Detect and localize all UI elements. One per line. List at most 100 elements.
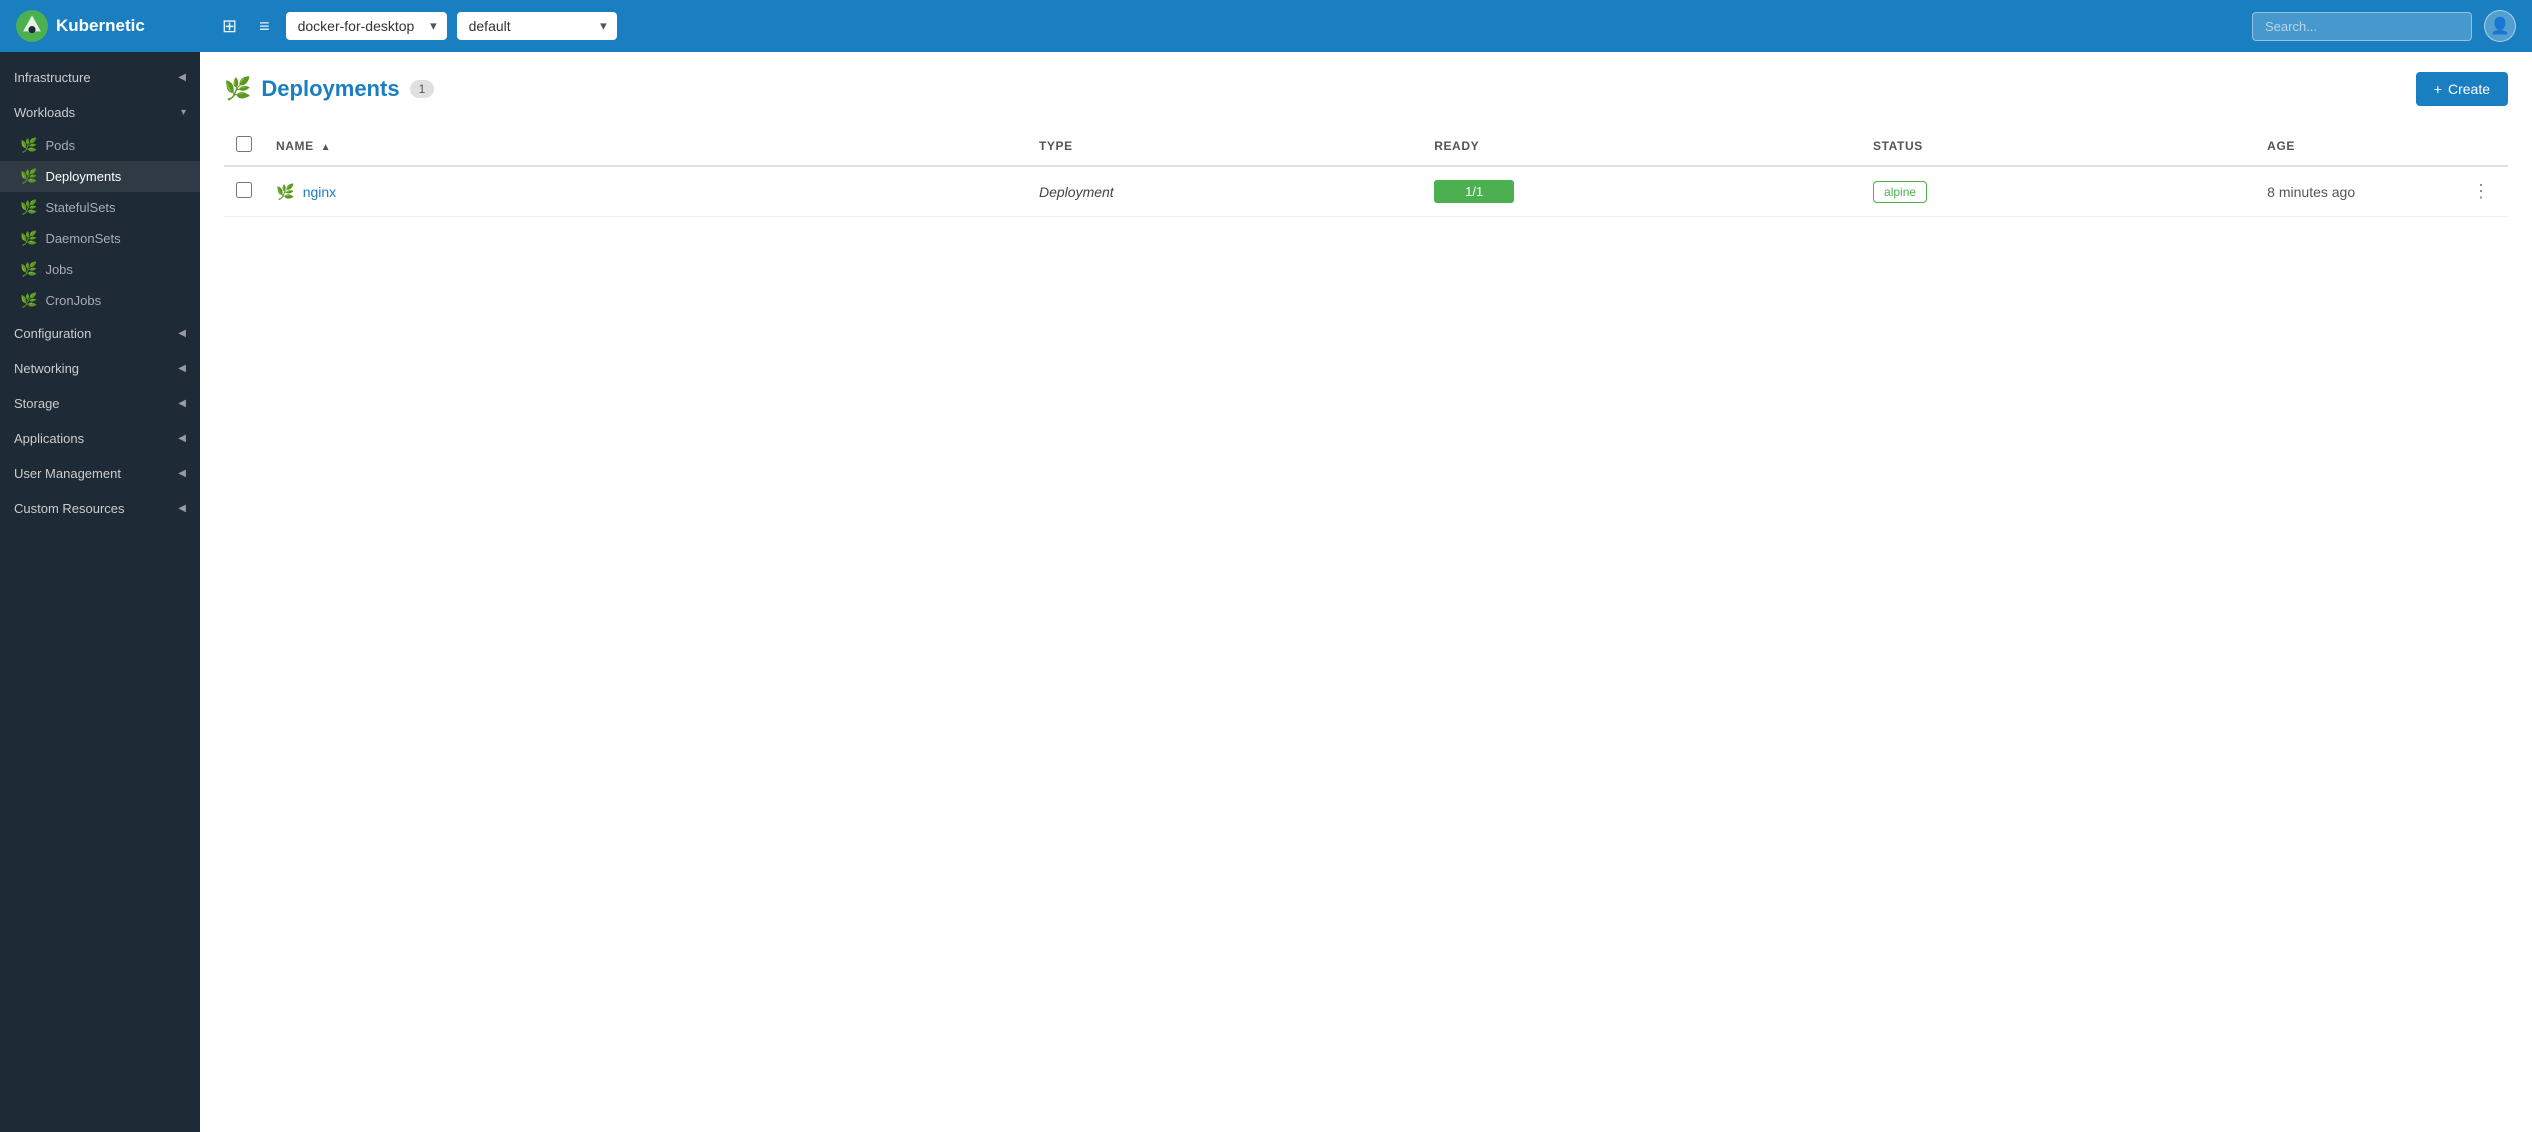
page-title: Deployments: [261, 76, 399, 102]
applications-collapse-icon: ◀: [178, 433, 186, 444]
sidebar-item-statefulsets[interactable]: 🌿 StatefulSets: [0, 192, 200, 223]
menu-icon: ≡: [259, 16, 270, 36]
namespace-select-wrapper: default: [457, 12, 617, 40]
topbar-right: 👤: [2252, 10, 2516, 42]
sidebar-section-networking: Networking ◀: [0, 351, 200, 386]
statefulsets-label: StatefulSets: [45, 200, 115, 215]
row-name-link[interactable]: nginx: [303, 184, 336, 200]
table-row: 🌿 nginx Deployment 1/1 alpine: [224, 166, 2508, 217]
sidebar-item-jobs[interactable]: 🌿 Jobs: [0, 254, 200, 285]
sidebar-section-user-management: User Management ◀: [0, 456, 200, 491]
sidebar-item-deployments[interactable]: 🌿 Deployments: [0, 161, 200, 192]
cluster-select[interactable]: docker-for-desktop: [286, 12, 447, 40]
th-name-label: NAME: [276, 139, 314, 153]
namespace-select[interactable]: default: [457, 12, 617, 40]
row-actions-button[interactable]: ⋮: [2466, 179, 2496, 204]
th-status-label: STATUS: [1873, 139, 1923, 153]
networking-collapse-icon: ◀: [178, 363, 186, 374]
td-actions: ⋮: [2454, 166, 2508, 217]
sort-asc-icon: ▲: [321, 142, 332, 153]
sidebar-section-configuration: Configuration ◀: [0, 316, 200, 351]
create-label: Create: [2448, 81, 2490, 97]
deployments-count-badge: 1: [410, 80, 435, 98]
row-age: 8 minutes ago: [2267, 184, 2355, 200]
th-name: NAME ▲: [264, 126, 1027, 166]
search-input[interactable]: [2252, 12, 2472, 41]
jobs-label: Jobs: [45, 262, 72, 277]
sidebar-section-header-user-management[interactable]: User Management ◀: [0, 456, 200, 491]
td-age: 8 minutes ago: [2255, 166, 2454, 217]
networking-label: Networking: [14, 361, 79, 376]
pods-label: Pods: [45, 138, 75, 153]
sidebar-item-pods[interactable]: 🌿 Pods: [0, 130, 200, 161]
brand-logo: [16, 10, 48, 42]
grid-icon: ⊞: [222, 16, 237, 36]
sidebar-section-storage: Storage ◀: [0, 386, 200, 421]
sidebar-section-header-storage[interactable]: Storage ◀: [0, 386, 200, 421]
daemonsets-label: DaemonSets: [45, 231, 120, 246]
create-button[interactable]: + Create: [2416, 72, 2508, 106]
create-plus-icon: +: [2434, 81, 2442, 97]
page-title-icon: 🌿: [224, 76, 251, 102]
cronjobs-label: CronJobs: [45, 293, 101, 308]
custom-resources-label: Custom Resources: [14, 501, 125, 516]
table-header-row: NAME ▲ TYPE READY STATUS A: [224, 126, 2508, 166]
th-type: TYPE: [1027, 126, 1422, 166]
deployments-table: NAME ▲ TYPE READY STATUS A: [224, 126, 2508, 217]
th-type-label: TYPE: [1039, 139, 1073, 153]
row-checkbox[interactable]: [236, 182, 252, 198]
th-ready: READY: [1422, 126, 1861, 166]
sidebar-section-header-workloads[interactable]: Workloads ▾: [0, 95, 200, 130]
page-title-row: 🌿 Deployments 1: [224, 76, 434, 102]
sidebar-section-header-custom-resources[interactable]: Custom Resources ◀: [0, 491, 200, 526]
sidebar-section-header-configuration[interactable]: Configuration ◀: [0, 316, 200, 351]
th-ready-label: READY: [1434, 139, 1479, 153]
infrastructure-label: Infrastructure: [14, 70, 91, 85]
workloads-collapse-icon: ▾: [181, 107, 186, 118]
menu-icon-button[interactable]: ≡: [253, 12, 276, 41]
statefulsets-icon: 🌿: [20, 199, 37, 216]
search-wrapper: [2252, 12, 2472, 41]
daemonsets-icon: 🌿: [20, 230, 37, 247]
workloads-label: Workloads: [14, 105, 75, 120]
sidebar-item-cronjobs[interactable]: 🌿 CronJobs: [0, 285, 200, 316]
sidebar-item-daemonsets[interactable]: 🌿 DaemonSets: [0, 223, 200, 254]
th-status: STATUS: [1861, 126, 2255, 166]
user-management-collapse-icon: ◀: [178, 468, 186, 479]
brand-name: Kubernetic: [56, 16, 145, 36]
user-icon: 👤: [2490, 16, 2510, 36]
user-avatar[interactable]: 👤: [2484, 10, 2516, 42]
topbar: Kubernetic ⊞ ≡ docker-for-desktop defaul…: [0, 0, 2532, 52]
configuration-collapse-icon: ◀: [178, 328, 186, 339]
sidebar-section-header-networking[interactable]: Networking ◀: [0, 351, 200, 386]
storage-label: Storage: [14, 396, 60, 411]
main-layout: Infrastructure ◀ Workloads ▾ 🌿 Pods 🌿 De…: [0, 52, 2532, 1132]
row-type: Deployment: [1039, 184, 1114, 200]
td-type: Deployment: [1027, 166, 1422, 217]
jobs-icon: 🌿: [20, 261, 37, 278]
infrastructure-collapse-icon: ◀: [178, 72, 186, 83]
cronjobs-icon: 🌿: [20, 292, 37, 309]
sidebar-section-infrastructure: Infrastructure ◀: [0, 60, 200, 95]
select-all-checkbox[interactable]: [236, 136, 252, 152]
td-name: 🌿 nginx: [264, 166, 1027, 217]
th-age-label: AGE: [2267, 139, 2295, 153]
deployments-label: Deployments: [45, 169, 121, 184]
storage-collapse-icon: ◀: [178, 398, 186, 409]
cluster-select-wrapper: docker-for-desktop: [286, 12, 447, 40]
sidebar: Infrastructure ◀ Workloads ▾ 🌿 Pods 🌿 De…: [0, 52, 200, 1132]
td-ready: 1/1: [1422, 166, 1861, 217]
ready-bar: 1/1: [1434, 180, 1514, 203]
sidebar-section-header-applications[interactable]: Applications ◀: [0, 421, 200, 456]
th-actions: [2454, 126, 2508, 166]
pods-icon: 🌿: [20, 137, 37, 154]
grid-icon-button[interactable]: ⊞: [216, 12, 243, 41]
user-management-label: User Management: [14, 466, 121, 481]
configuration-label: Configuration: [14, 326, 91, 341]
td-name-content: 🌿 nginx: [276, 183, 1015, 201]
sidebar-section-header-infrastructure[interactable]: Infrastructure ◀: [0, 60, 200, 95]
custom-resources-collapse-icon: ◀: [178, 503, 186, 514]
brand: Kubernetic: [16, 10, 204, 42]
content-area: 🌿 Deployments 1 + Create NAME: [200, 52, 2532, 1132]
th-checkbox: [224, 126, 264, 166]
